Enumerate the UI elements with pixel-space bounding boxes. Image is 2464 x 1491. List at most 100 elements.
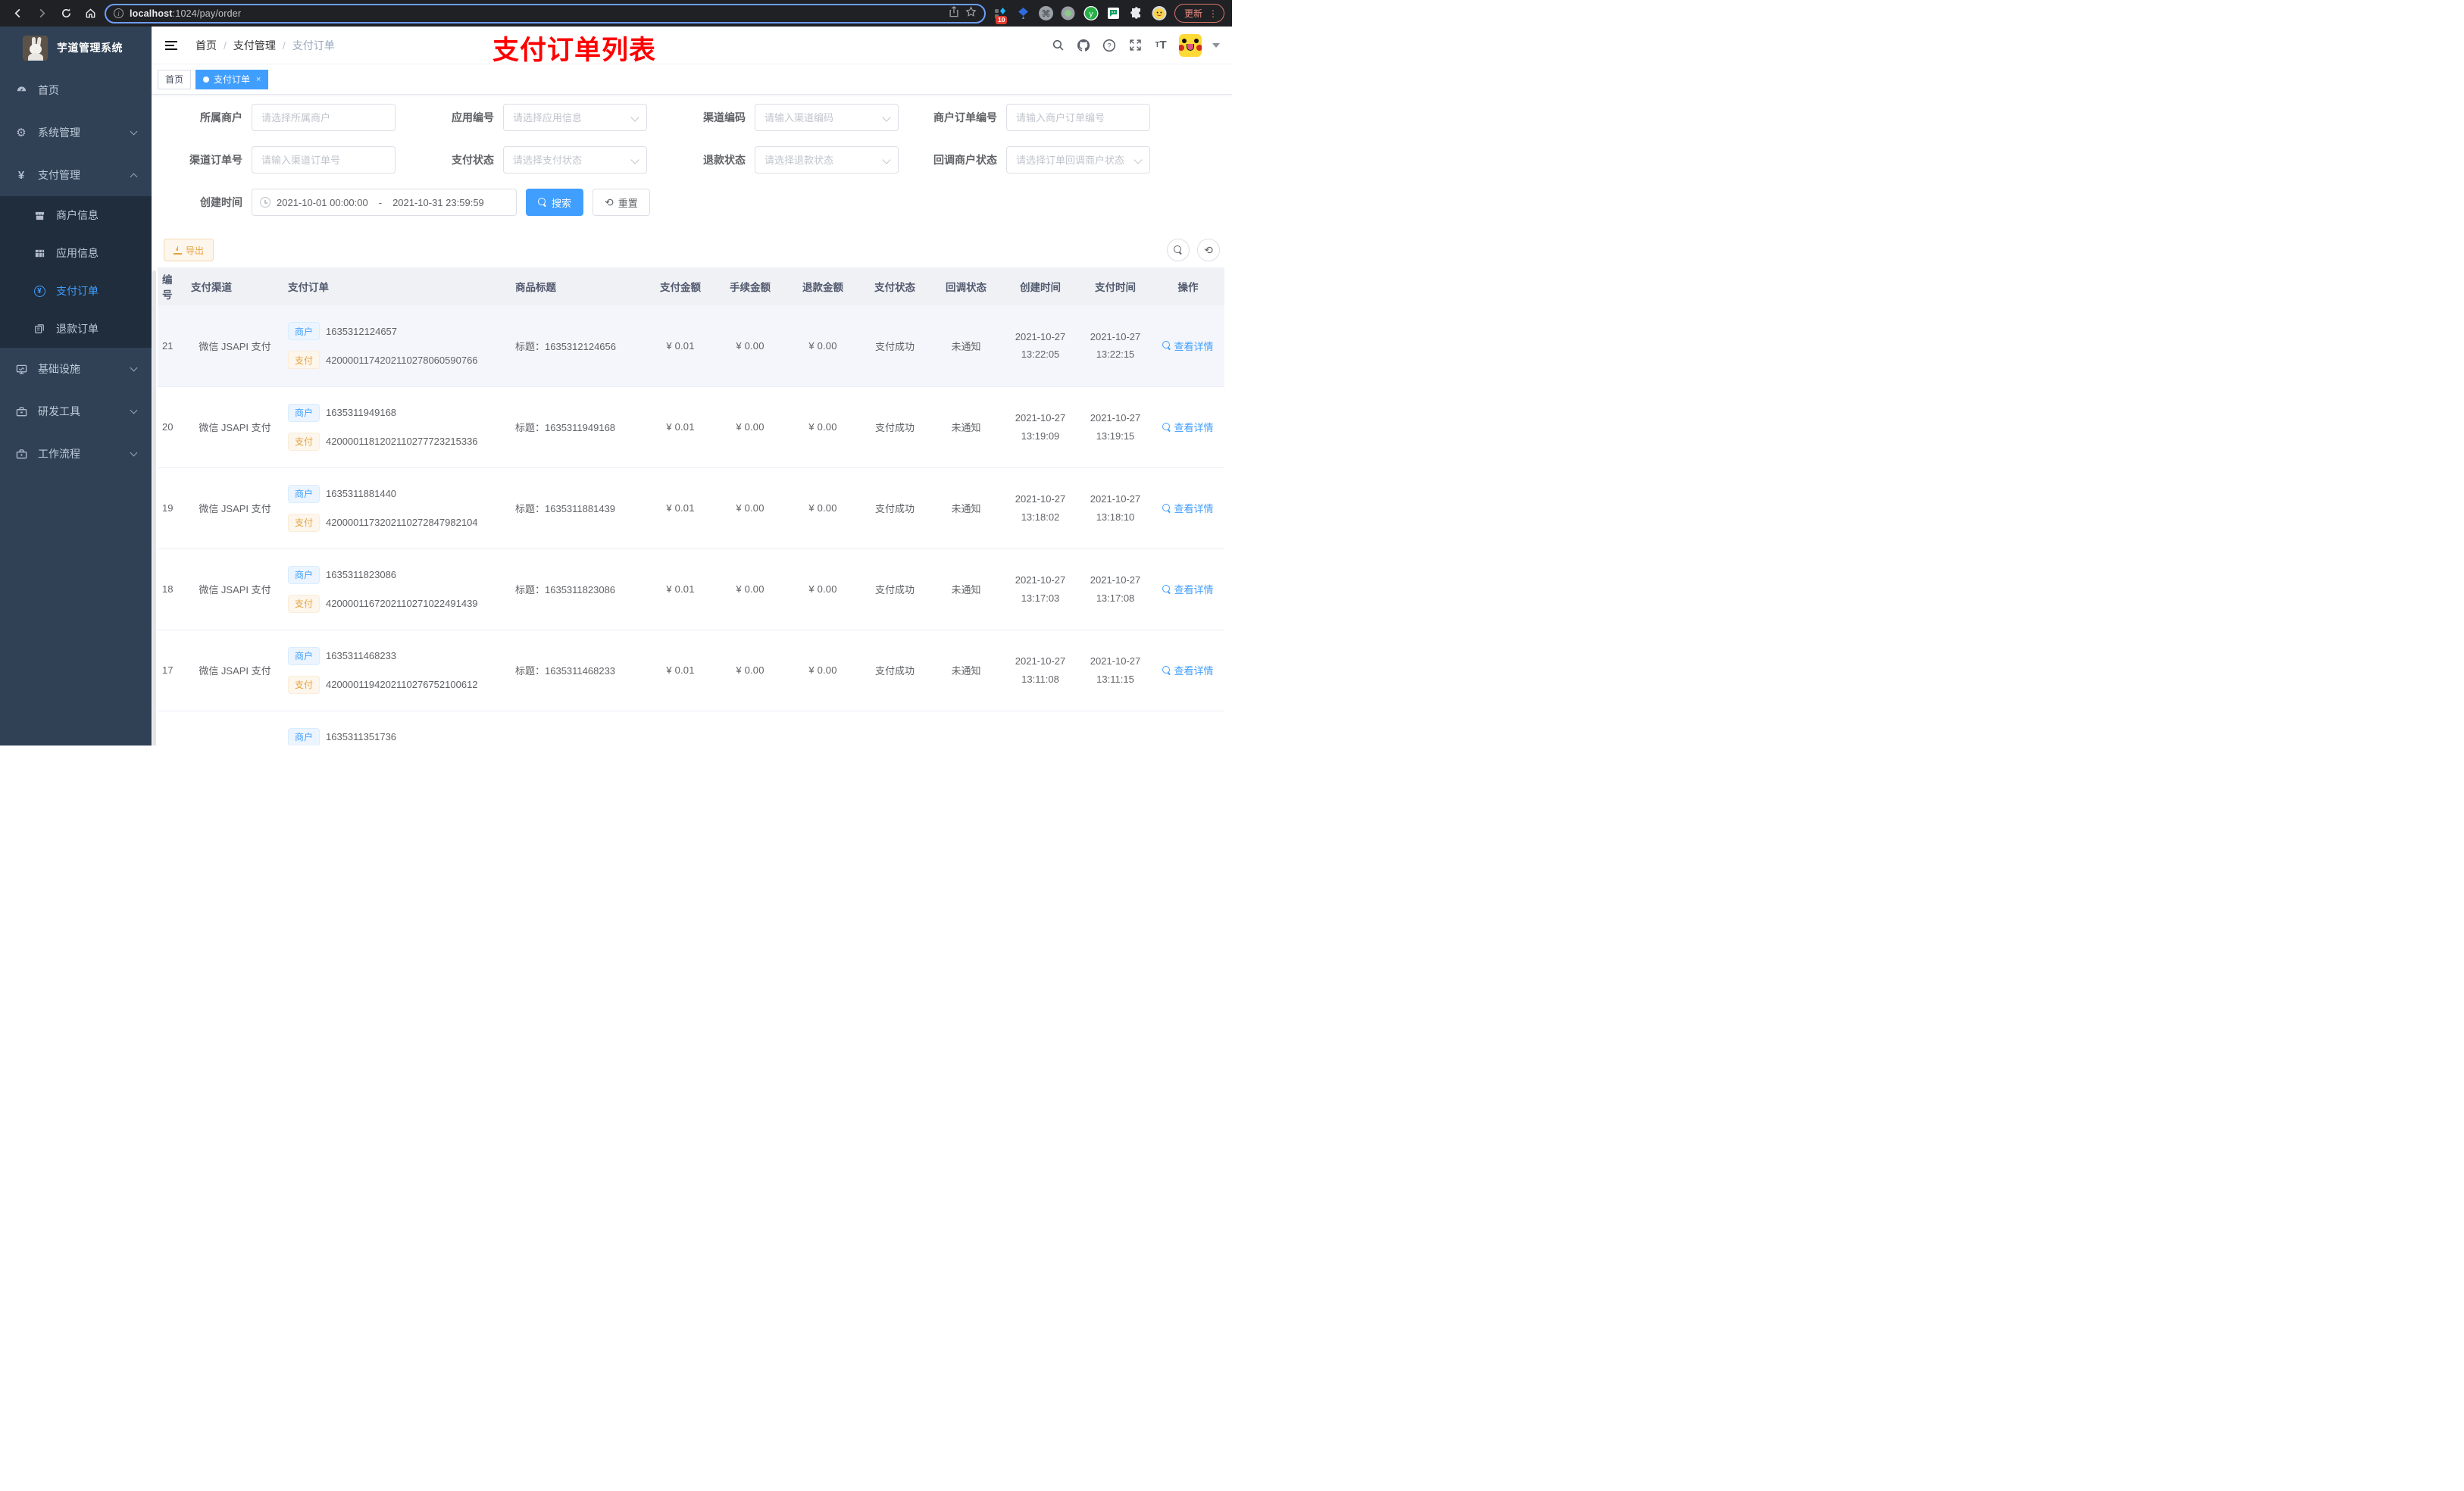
extension-y-icon[interactable]: y [1083,5,1099,21]
fullscreen-icon[interactable] [1127,38,1143,53]
table-row[interactable]: 21 微信 JSAPI 支付 商户 1635312124657 支付 42000… [158,305,1224,387]
extension-record-icon[interactable] [1061,6,1076,21]
tag-pay-order[interactable]: 支付订单 × [195,69,269,89]
site-info-icon[interactable]: i [114,8,124,18]
sidebar-item-devtools[interactable]: 研发工具 [0,390,152,433]
cell-action: 查看详情 [1152,711,1224,746]
date-end: 2021-10-31 23:59:59 [392,196,484,208]
refresh-table-button[interactable]: ⟲ [1197,239,1220,261]
logo-image [23,35,48,61]
user-avatar[interactable] [1179,33,1202,57]
url-bar[interactable]: i localhost:1024/pay/order [105,3,986,23]
cell-refund: ¥ 0.00 [786,630,859,711]
sidebar-item-infra[interactable]: 基础设施 [0,348,152,390]
search-button[interactable]: 搜索 [526,189,584,216]
extension-kite-icon[interactable] [1016,6,1031,21]
extension-command-icon[interactable]: ⌘ [1038,6,1053,20]
cell-refund: ¥ 0.00 [786,305,859,387]
tags-view-bar: 首页 支付订单 × [152,64,1232,95]
toggle-search-button[interactable] [1167,239,1190,261]
tag-close-icon[interactable]: × [256,75,261,84]
breadcrumb-home[interactable]: 首页 [195,38,217,53]
pay-tag: 支付 [288,351,321,370]
app-logo[interactable]: 芋道管理系统 [0,27,152,69]
sidebar-collapse-icon[interactable] [158,35,185,56]
cell-action: 查看详情 [1152,386,1224,468]
merchant-select[interactable] [252,104,396,131]
cell-create-time: 2021-10-27 13:22:05 [1002,305,1079,387]
view-detail-link[interactable]: 查看详情 [1162,339,1214,353]
extension-chat-icon[interactable] [1106,6,1121,21]
app-select[interactable] [503,104,647,131]
view-detail-link[interactable]: 查看详情 [1162,420,1214,434]
create-time-range-picker[interactable]: 2021-10-01 00:00:00 - 2021-10-31 23:59:5… [252,189,517,216]
update-button[interactable]: 更新 ⋮ [1174,4,1224,23]
grid-icon [33,248,45,259]
share-icon[interactable] [949,5,959,21]
cell-channel: 微信 JSAPI 支付 [186,630,283,711]
breadcrumb: 首页 / 支付管理 / 支付订单 [195,38,335,53]
monitor-icon [15,364,27,375]
avatar-caret-icon[interactable] [1212,42,1220,48]
view-detail-link[interactable]: 查看详情 [1162,663,1214,677]
extension-diamond-icon[interactable]: 10 [993,6,1008,24]
scrollbar[interactable] [152,270,156,746]
sidebar-item-payment[interactable]: ¥ 支付管理 [0,154,152,196]
table-toolbar: 导出 ⟲ [152,231,1232,267]
export-button[interactable]: 导出 [164,239,214,261]
table-row[interactable]: 17 微信 JSAPI 支付 商户 1635311468233 支付 42000… [158,630,1224,711]
search-icon[interactable] [1050,38,1065,53]
table-row[interactable]: 商户 1635311351736 支付 查看详情 [158,711,1224,746]
font-size-icon[interactable]: TT [1153,38,1168,53]
merchant-tag: 商户 [288,484,321,503]
chevron-down-icon [130,449,138,457]
app-title: 芋道管理系统 [57,42,123,54]
channel-code-select[interactable] [755,104,899,131]
refund-status-select[interactable] [755,146,899,173]
view-detail-link[interactable]: 查看详情 [1162,582,1214,596]
pay-tag: 支付 [288,675,321,694]
cell-notify-status: 未通知 [930,630,1002,711]
view-detail-link[interactable]: 查看详情 [1162,501,1214,515]
sidebar-item-system[interactable]: ⚙ 系统管理 [0,111,152,154]
gear-icon: ⚙ [16,127,27,139]
sidebar: 芋道管理系统 首页 ⚙ 系统管理 ¥ 支付管理 商户信息 应用信息 ¥ 支付订单… [0,27,152,746]
table-row[interactable]: 20 微信 JSAPI 支付 商户 1635311949168 支付 42000… [158,386,1224,468]
cell-title: 标题：1635311468233 [511,630,647,711]
sidebar-item-pay-order[interactable]: ¥ 支付订单 [0,272,152,310]
pay-status-select[interactable] [503,146,647,173]
merchant-tag: 商户 [288,322,321,341]
sidebar-item-refund-order[interactable]: 退款订单 [0,310,152,348]
sidebar-item-app-info[interactable]: 应用信息 [0,234,152,272]
merchant-order-no: 1635311351736 [326,731,397,742]
home-icon[interactable] [80,4,100,23]
back-icon[interactable] [8,4,27,23]
sidebar-item-merchant-info[interactable]: 商户信息 [0,196,152,234]
merchant-order-no-input[interactable] [1006,104,1150,131]
help-icon[interactable]: ? [1102,38,1117,53]
extensions-puzzle-icon[interactable] [1129,6,1144,21]
tag-home[interactable]: 首页 [158,69,192,89]
document-copy-icon [33,324,45,334]
clock-icon [260,197,270,208]
cell-channel: 微信 JSAPI 支付 [186,467,283,549]
cell-refund: ¥ 0.00 [786,386,859,468]
sidebar-item-workflow[interactable]: 工作流程 [0,433,152,475]
forward-icon[interactable] [32,4,52,23]
bookmark-star-icon[interactable] [965,5,977,21]
cell-notify-status: 未通知 [930,305,1002,387]
table-row[interactable]: 18 微信 JSAPI 支付 商户 1635311823086 支付 42000… [158,549,1224,630]
browser-menu-icon[interactable]: ⋮ [1209,8,1218,19]
channel-order-no-input[interactable] [252,146,396,173]
cell-pay-order: 商户 1635311823086 支付 42000011672021102710… [283,549,511,630]
reset-button[interactable]: ⟲ 重置 [593,189,650,216]
sidebar-item-home[interactable]: 首页 [0,69,152,111]
profile-emoji-icon[interactable] [1152,5,1167,21]
reload-icon[interactable] [56,4,76,23]
breadcrumb-pay-manage[interactable]: 支付管理 [233,38,276,53]
table-row[interactable]: 19 微信 JSAPI 支付 商户 1635311881440 支付 42000… [158,467,1224,549]
orders-table: 编号 支付渠道 支付订单 商品标题 支付金额 手续金额 退款金额 支付状态 回调… [152,267,1232,746]
cell-action: 查看详情 [1152,630,1224,711]
github-icon[interactable] [1076,38,1091,53]
notify-status-select[interactable] [1006,146,1150,173]
